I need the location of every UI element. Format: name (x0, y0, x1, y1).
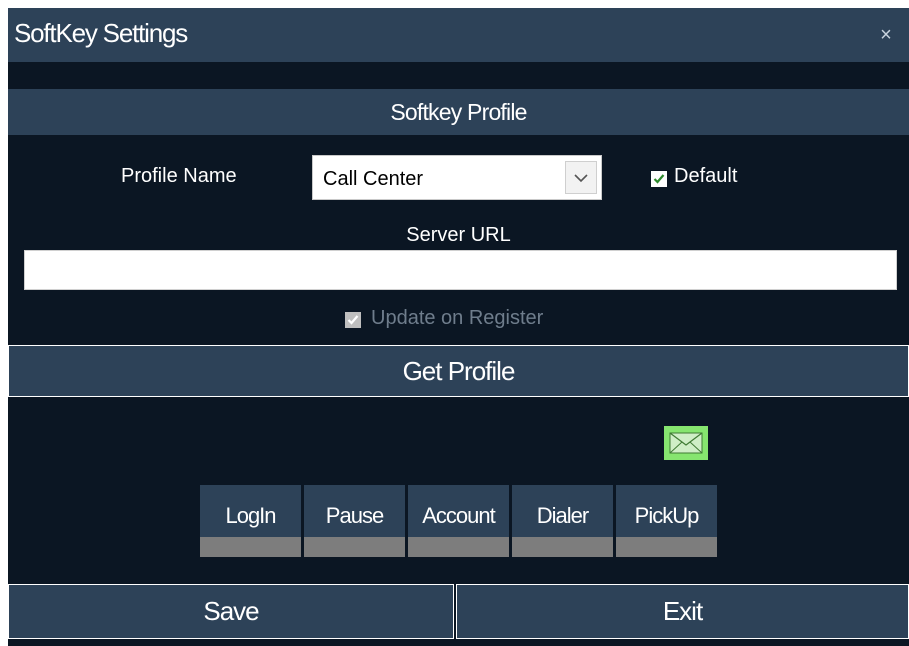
softkey-pickup[interactable]: PickUp (616, 485, 717, 557)
profile-name-label: Profile Name (121, 165, 237, 187)
close-icon[interactable]: × (871, 22, 901, 48)
checkmark-icon (347, 315, 359, 325)
softkey-indicator (304, 537, 405, 557)
softkey-indicator (408, 537, 509, 557)
softkey-settings-dialog: SoftKey Settings × Softkey Profile Profi… (8, 8, 909, 646)
update-on-register-label: Update on Register (371, 307, 544, 329)
get-profile-button[interactable]: Get Profile (8, 345, 909, 397)
softkey-label: Pause (325, 503, 384, 528)
softkey-label: PickUp (634, 503, 700, 528)
exit-button[interactable]: Exit (456, 584, 909, 639)
softkey-label: Dialer (536, 503, 589, 528)
softkey-profile-header: Softkey Profile (8, 89, 909, 135)
softkey-login[interactable]: LogIn (200, 485, 301, 557)
server-url-input[interactable] (24, 250, 897, 290)
title-bar: SoftKey Settings × (8, 8, 909, 62)
default-checkbox[interactable] (651, 171, 667, 187)
chevron-down-icon (574, 174, 588, 183)
profile-name-dropdown[interactable]: Call Center (312, 155, 602, 200)
default-label: Default (674, 165, 738, 187)
profile-name-value: Call Center (323, 168, 424, 190)
softkey-dialer[interactable]: Dialer (512, 485, 613, 557)
dialog-title: SoftKey Settings (14, 18, 188, 48)
softkey-indicator (616, 537, 717, 557)
softkey-indicator (200, 537, 301, 557)
save-button[interactable]: Save (8, 584, 454, 639)
softkey-label: Account (422, 503, 496, 528)
checkmark-icon (653, 174, 665, 184)
softkey-account[interactable]: Account (408, 485, 509, 557)
softkey-pause[interactable]: Pause (304, 485, 405, 557)
update-on-register-checkbox (345, 312, 361, 328)
server-url-label: Server URL (406, 224, 511, 246)
envelope-glyph (669, 432, 703, 454)
softkey-label: LogIn (225, 503, 276, 528)
softkey-indicator (512, 537, 613, 557)
envelope-icon[interactable] (664, 426, 708, 460)
dropdown-button[interactable] (565, 161, 597, 194)
